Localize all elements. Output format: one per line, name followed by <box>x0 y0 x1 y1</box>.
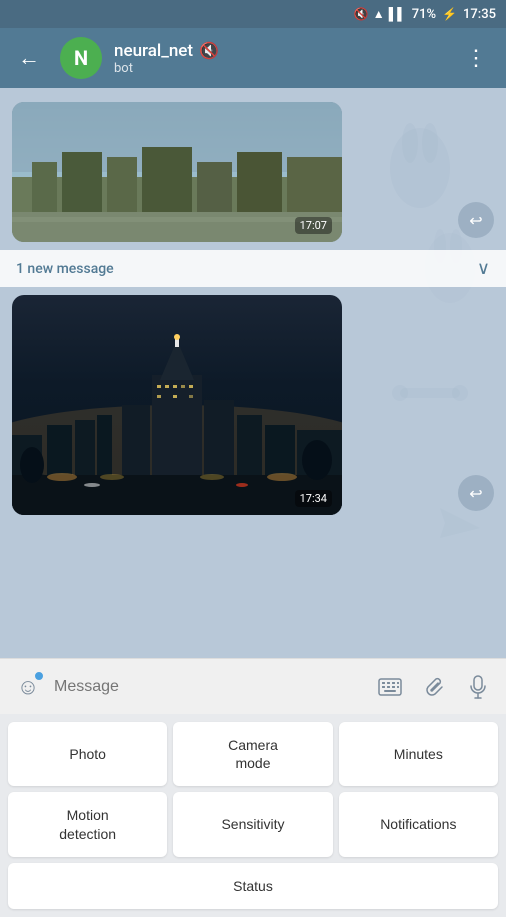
emoji-button[interactable]: ☺ <box>10 669 46 705</box>
chat-area: 17:07 ↩ 1 new message ∨ <box>0 88 506 658</box>
mute-status-icon: 🔇 <box>354 7 369 21</box>
message-input[interactable] <box>54 678 364 696</box>
more-button[interactable]: ⋮ <box>457 42 496 75</box>
status-button[interactable]: Status <box>8 863 498 909</box>
bot-row-1: Photo Camera mode Minutes <box>8 722 498 786</box>
night-city-image <box>12 295 342 515</box>
new-message-text: 1 new message <box>16 261 114 277</box>
back-button[interactable]: ← <box>10 41 48 75</box>
notifications-button[interactable]: Notifications <box>339 792 498 856</box>
forward-button-1[interactable]: ↩ <box>458 202 494 238</box>
message-day-image: 17:07 ↩ <box>0 98 506 246</box>
message-time-2: 17:34 <box>295 490 332 507</box>
forward-button-2[interactable]: ↩ <box>458 475 494 511</box>
attach-icon <box>423 675 445 699</box>
header-info: neural_net 🔇 bot <box>114 41 445 76</box>
mute-icon: 🔇 <box>199 41 219 60</box>
avatar: N <box>60 37 102 79</box>
keyboard-button[interactable] <box>372 669 408 705</box>
chat-header: ← N neural_net 🔇 bot ⋮ <box>0 28 506 88</box>
chat-name: neural_net 🔇 <box>114 41 445 61</box>
battery-percent: 71% <box>412 7 436 22</box>
new-message-divider: 1 new message ∨ <box>0 250 506 287</box>
chat-name-text: neural_net <box>114 41 193 61</box>
signal-icon: ▌▌ <box>389 7 406 21</box>
bot-row-2: Motion detection Sensitivity Notificatio… <box>8 792 498 856</box>
charging-icon: ⚡ <box>442 7 457 21</box>
mic-button[interactable] <box>460 669 496 705</box>
motion-detection-button[interactable]: Motion detection <box>8 792 167 856</box>
input-area: ☺ <box>0 658 506 714</box>
emoji-badge <box>34 671 44 681</box>
wifi-icon: ▲ <box>373 7 385 21</box>
messages-container: 17:07 ↩ 1 new message ∨ <box>0 88 506 658</box>
photo-button[interactable]: Photo <box>8 722 167 786</box>
attach-button[interactable] <box>416 669 452 705</box>
image-bubble-day: 17:07 <box>12 102 342 242</box>
mic-icon <box>468 675 488 699</box>
sensitivity-button[interactable]: Sensitivity <box>173 792 332 856</box>
bot-row-3: Status <box>8 863 498 909</box>
status-icons: 🔇 ▲ ▌▌ <box>354 7 406 21</box>
clock: 17:35 <box>463 7 496 22</box>
camera-mode-button[interactable]: Camera mode <box>173 722 332 786</box>
bot-buttons-panel: Photo Camera mode Minutes Motion detecti… <box>0 714 506 917</box>
minutes-button[interactable]: Minutes <box>339 722 498 786</box>
message-time-1: 17:07 <box>295 217 332 234</box>
chat-subtitle: bot <box>114 61 445 76</box>
day-city-image <box>12 102 342 242</box>
chevron-down-icon[interactable]: ∨ <box>477 258 490 279</box>
status-bar: 🔇 ▲ ▌▌ 71% ⚡ 17:35 <box>0 0 506 28</box>
message-night-image: 17:34 ↩ <box>0 291 506 519</box>
keyboard-icon <box>378 677 402 697</box>
image-bubble-night: 17:34 <box>12 295 342 515</box>
